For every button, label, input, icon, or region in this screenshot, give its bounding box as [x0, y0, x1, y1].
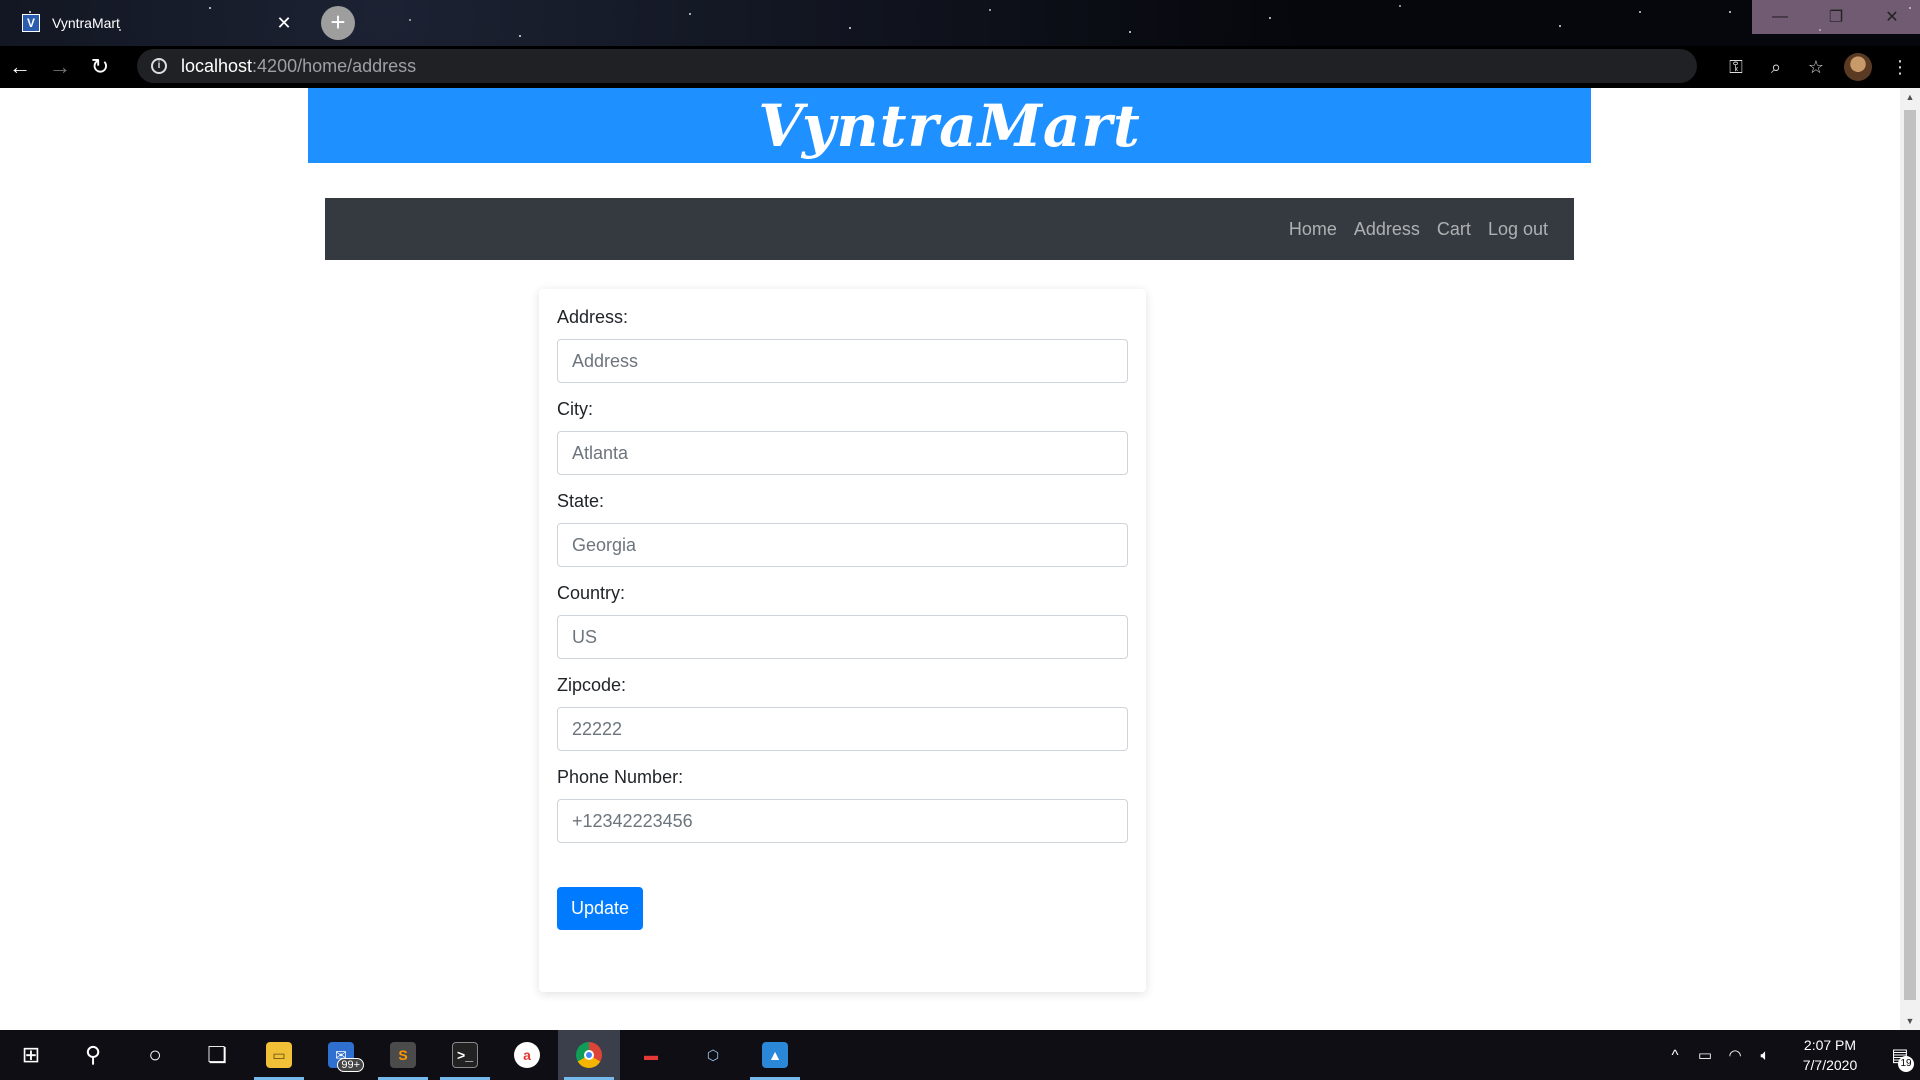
minimize-icon[interactable]: — — [1752, 0, 1808, 34]
back-arrow-icon[interactable]: ← — [0, 47, 40, 87]
address-group: Address: — [557, 307, 1128, 383]
state-input[interactable] — [557, 523, 1128, 567]
forward-arrow-icon[interactable]: → — [40, 47, 80, 87]
page-viewport: VyntraMart Home Address Cart Log out Add… — [0, 88, 1900, 1030]
notification-center-icon[interactable]: ▤ 19 — [1880, 1030, 1920, 1080]
brand-header: VyntraMart — [308, 88, 1591, 163]
toolbar-actions: ⚿ ⌕ ☆ ⋮ — [1716, 46, 1920, 88]
nav-home[interactable]: Home — [1289, 219, 1337, 240]
city-input[interactable] — [557, 431, 1128, 475]
file-explorer-icon[interactable]: ▭ — [248, 1030, 310, 1080]
city-group: City: — [557, 399, 1128, 475]
menu-kebab-icon[interactable]: ⋮ — [1880, 47, 1920, 87]
window-controls: — ❐ ✕ — [1752, 0, 1920, 34]
show-hidden-icons-icon[interactable]: ^ — [1660, 1047, 1690, 1064]
task-view-icon[interactable]: ❏ — [186, 1030, 248, 1080]
close-tab-icon[interactable]: ✕ — [274, 13, 294, 34]
reload-icon[interactable]: ↻ — [80, 47, 120, 87]
phone-group: Phone Number: — [557, 767, 1128, 843]
clock-date: 7/7/2020 — [1802, 1057, 1858, 1073]
country-input[interactable] — [557, 615, 1128, 659]
site-info-icon[interactable]: i — [151, 58, 167, 74]
nav-logout[interactable]: Log out — [1488, 219, 1548, 240]
address-form-card: Address: City: State: Country: Zipcode: … — [539, 289, 1146, 992]
system-tray: ^ ▭ ◠ 🔈︎ 2:07 PM 7/7/2020 ▤ 19 — [1660, 1030, 1920, 1080]
url-path: :4200/home/address — [252, 55, 417, 76]
browser-tab[interactable]: V VyntraMart ✕ — [8, 4, 308, 42]
chrome-icon[interactable] — [558, 1030, 620, 1080]
clock-time: 2:07 PM — [1803, 1037, 1857, 1053]
url-host: localhost — [181, 55, 253, 76]
virtualbox-icon[interactable]: ⬡ — [682, 1030, 744, 1080]
address-input[interactable] — [557, 339, 1128, 383]
browser-titlebar: V VyntraMart ✕ + — ❐ ✕ — [0, 0, 1920, 46]
clock[interactable]: 2:07 PM 7/7/2020 — [1786, 1035, 1874, 1075]
page-scrollbar[interactable]: ▲ ▼ — [1900, 88, 1920, 1030]
nav-address[interactable]: Address — [1354, 219, 1420, 240]
notification-count: 19 — [1898, 1056, 1914, 1072]
app-icon-red-circle[interactable]: a — [496, 1030, 558, 1080]
country-group: Country: — [557, 583, 1128, 659]
url-bar[interactable]: i localhost:4200/home/address — [137, 49, 1697, 83]
scroll-up-icon[interactable]: ▲ — [1900, 88, 1920, 106]
windows-start-icon[interactable]: ⊞ — [0, 1030, 62, 1080]
phone-label: Phone Number: — [557, 767, 684, 787]
nav-cart[interactable]: Cart — [1437, 219, 1471, 240]
key-icon[interactable]: ⚿ — [1716, 47, 1756, 87]
mail-badge: 99+ — [337, 1058, 364, 1072]
scrollbar-thumb[interactable] — [1904, 110, 1916, 1000]
state-label: State: — [557, 491, 605, 511]
country-label: Country: — [557, 583, 626, 603]
profile-avatar[interactable] — [1844, 53, 1872, 81]
car-app-icon[interactable]: ▬ — [620, 1030, 682, 1080]
sublime-text-icon[interactable]: S — [372, 1030, 434, 1080]
wifi-icon[interactable]: ◠ — [1720, 1046, 1750, 1064]
zipcode-group: Zipcode: — [557, 675, 1128, 751]
address-label: Address: — [557, 307, 629, 327]
update-button[interactable]: Update — [557, 887, 644, 930]
zipcode-label: Zipcode: — [557, 675, 627, 695]
battery-icon[interactable]: ▭ — [1690, 1046, 1720, 1064]
close-window-icon[interactable]: ✕ — [1864, 0, 1920, 34]
terminal-icon[interactable]: >_ — [434, 1030, 496, 1080]
brand-logo: VyntraMart — [758, 91, 1141, 160]
volume-icon[interactable]: 🔈︎ — [1750, 1047, 1780, 1064]
scroll-down-icon[interactable]: ▼ — [1900, 1012, 1920, 1030]
cortana-icon[interactable]: ○ — [124, 1030, 186, 1080]
maximize-icon[interactable]: ❐ — [1808, 0, 1864, 34]
search-icon[interactable]: ⚲ — [62, 1030, 124, 1080]
zoom-icon[interactable]: ⌕ — [1756, 47, 1796, 87]
site-favicon-icon: V — [22, 14, 40, 32]
zipcode-input[interactable] — [557, 707, 1128, 751]
tab-title: VyntraMart — [52, 15, 120, 31]
main-navbar: Home Address Cart Log out — [325, 198, 1574, 260]
bookmark-star-icon[interactable]: ☆ — [1796, 47, 1836, 87]
mail-icon[interactable]: ✉ 99+ — [310, 1030, 372, 1080]
city-label: City: — [557, 399, 593, 419]
phone-input[interactable] — [557, 799, 1128, 843]
state-group: State: — [557, 491, 1128, 567]
browser-toolbar: ← → ↻ i localhost:4200/home/address ⚿ ⌕ … — [0, 46, 1920, 88]
windows-taskbar: ⊞ ⚲ ○ ❏ ▭ ✉ 99+ S >_ a ▬ ⬡ ▲ ^ ▭ ◠ 🔈︎ 2:0… — [0, 1030, 1920, 1080]
photos-icon[interactable]: ▲ — [744, 1030, 806, 1080]
new-tab-button[interactable]: + — [321, 6, 355, 40]
